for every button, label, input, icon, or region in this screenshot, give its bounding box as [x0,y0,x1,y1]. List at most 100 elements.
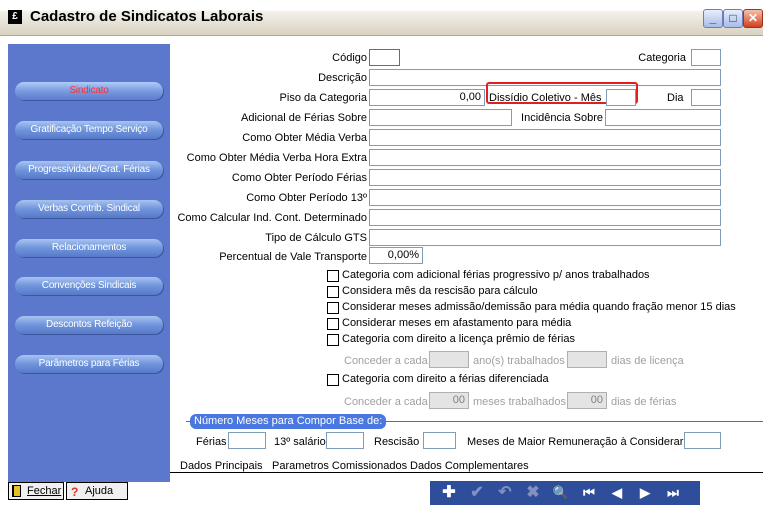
search-icon[interactable]: 🔍 [550,483,572,503]
ferias-conceder-label: Conceder a cada [344,396,428,408]
next-icon[interactable]: ▶ [634,483,656,503]
ind-cont-label: Como Calcular Ind. Cont. Determinado [177,212,367,224]
dia-field[interactable] [691,89,721,106]
close-icon: ✕ [747,11,759,25]
ind-cont-field[interactable] [369,209,721,226]
checkbox-meses-admissao-label: Considerar meses admissão/demissão para … [342,301,736,313]
maximize-button[interactable]: □ [723,9,743,28]
checkbox-adicional-progressivo[interactable] [327,270,339,282]
base-group-title: Número Meses para Compor Base de: [190,414,387,429]
base-ferias-field[interactable] [228,432,266,449]
first-icon[interactable]: ⏮ [578,483,600,503]
window-title: Cadastro de Sindicatos Laborais [30,8,264,25]
media-verba-label: Como Obter Média Verba [242,132,367,144]
periodo-13-label: Como Obter Período 13º [246,192,367,204]
incidencia-field[interactable] [605,109,721,126]
prev-icon[interactable]: ◀ [606,483,628,503]
licenca-dias-field[interactable] [567,351,607,368]
plus-icon[interactable]: ✚ [438,483,460,503]
tab-strip: Dados Principais Parametros Comissionado… [170,457,763,473]
sidebar-item-sindicato[interactable]: Sindicato [15,82,163,100]
check-icon[interactable]: ✔ [466,483,488,503]
main-form: Código Categoria Descrição Piso da Categ… [170,44,763,505]
codigo-field[interactable] [369,49,400,66]
base-rescisao-label: Rescisão [374,436,420,448]
base-decimo-label: 13º salário [274,436,326,448]
sidebar: Sindicato Gratificação Tempo Serviço Pro… [8,44,170,501]
nav-toolbar: ✚ ✔ ↶ ✖ 🔍 ⏮ ◀ ▶ ⏭ [430,481,700,505]
dissidio-label: Dissídio Coletivo - Mês [489,92,602,104]
title-bar[interactable]: £ Cadastro de Sindicatos Laborais _ □ ✕ [0,0,763,36]
last-icon[interactable]: ⏭ [662,483,684,503]
ferias-dias-field[interactable]: 00 [567,392,607,409]
minimize-icon: _ [709,11,717,25]
periodo-ferias-label: Como Obter Período Férias [231,172,367,184]
tab-dados-complementares[interactable]: Dados Complementares [410,459,529,473]
licenca-conceder-label: Conceder a cada [344,355,428,367]
media-verba-hora-field[interactable] [369,149,721,166]
ajuda-label: Ajuda [85,485,114,497]
minimize-button[interactable]: _ [703,9,723,28]
ajuda-button[interactable]: ? Ajuda [66,482,128,500]
base-meses-maior-label: Meses de Maior Remuneração à Considerar [467,436,684,448]
fechar-button[interactable]: Fechar [8,482,64,500]
checkbox-meses-afastamento-label: Considerar meses em afastamento para méd… [342,317,572,329]
checkbox-ferias-diferenciada-label: Categoria com direito a férias diferenci… [342,373,549,385]
incidencia-label: Incidência Sobre [521,112,603,124]
ferias-meses-field[interactable]: 00 [429,392,469,409]
close-button[interactable]: ✕ [743,9,763,28]
tipo-gts-label: Tipo de Cálculo GTS [265,232,367,244]
licenca-anos-field[interactable] [429,351,469,368]
sidebar-item-convencoes[interactable]: Convenções Sindicais [15,277,163,295]
categoria-field[interactable] [691,49,721,66]
base-decimo-field[interactable] [326,432,364,449]
sidebar-footer: Fechar ? Ajuda [8,482,170,501]
licenca-dias-label: dias de licença [611,355,684,367]
checkbox-mes-rescisao-label: Considera mês da rescisão para cálculo [342,285,538,297]
categoria-label: Categoria [638,52,686,64]
media-verba-field[interactable] [369,129,721,146]
licenca-anos-label: ano(s) trabalhados [473,355,565,367]
adicional-field[interactable] [369,109,512,126]
fechar-label: Fechar [27,485,62,497]
checkbox-meses-afastamento[interactable] [327,318,339,330]
undo-icon[interactable]: ↶ [494,483,516,503]
base-ferias-label: Férias [196,436,227,448]
sidebar-item-parametros-ferias[interactable]: Parâmetros para Férias [15,355,163,373]
checkbox-adicional-progressivo-label: Categoria com adicional férias progressi… [342,269,650,281]
sidebar-item-gratificacao[interactable]: Gratificação Tempo Serviço [15,121,163,139]
adicional-label: Adicional de Férias Sobre [241,112,367,124]
svg-text:?: ? [71,485,78,497]
periodo-ferias-field[interactable] [369,169,721,186]
piso-field[interactable]: 0,00 [369,89,485,106]
help-icon: ? [71,485,78,497]
ferias-dias-label: dias de férias [611,396,677,408]
media-verba-hora-label: Como Obter Média Verba Hora Extra [186,152,367,164]
checkbox-ferias-diferenciada[interactable] [327,374,339,386]
checkbox-mes-rescisao[interactable] [327,286,339,298]
sidebar-item-descontos[interactable]: Descontos Refeição [15,316,163,334]
delete-icon[interactable]: ✖ [522,483,544,503]
checkbox-licenca-premio[interactable] [327,334,339,346]
tipo-gts-field[interactable] [369,229,721,246]
tab-dados-principais[interactable]: Dados Principais [180,459,263,473]
sidebar-item-progressividade[interactable]: Progressividade/Grat. Férias [15,161,163,179]
vale-transporte-label: Percentual de Vale Transporte [219,251,367,263]
tab-parametros-comissionados[interactable]: Parametros Comissionados [272,459,407,473]
periodo-13-field[interactable] [369,189,721,206]
codigo-label: Código [332,52,367,64]
door-icon [12,485,21,497]
ferias-meses-label: meses trabalhados [473,396,566,408]
descricao-label: Descrição [318,72,367,84]
dissidio-mes-field[interactable] [606,89,636,106]
app-icon: £ [8,10,22,24]
sidebar-item-relacionamentos[interactable]: Relacionamentos [15,239,163,257]
vale-transporte-field[interactable]: 0,00% [369,247,423,264]
checkbox-licenca-premio-label: Categoria com direito a licença prêmio d… [342,333,575,345]
checkbox-meses-admissao[interactable] [327,302,339,314]
dia-label: Dia [667,92,684,104]
sidebar-item-verbas[interactable]: Verbas Contrib. Sindical [15,200,163,218]
base-rescisao-field[interactable] [423,432,456,449]
piso-label: Piso da Categoria [279,92,367,104]
base-meses-maior-field[interactable] [684,432,721,449]
